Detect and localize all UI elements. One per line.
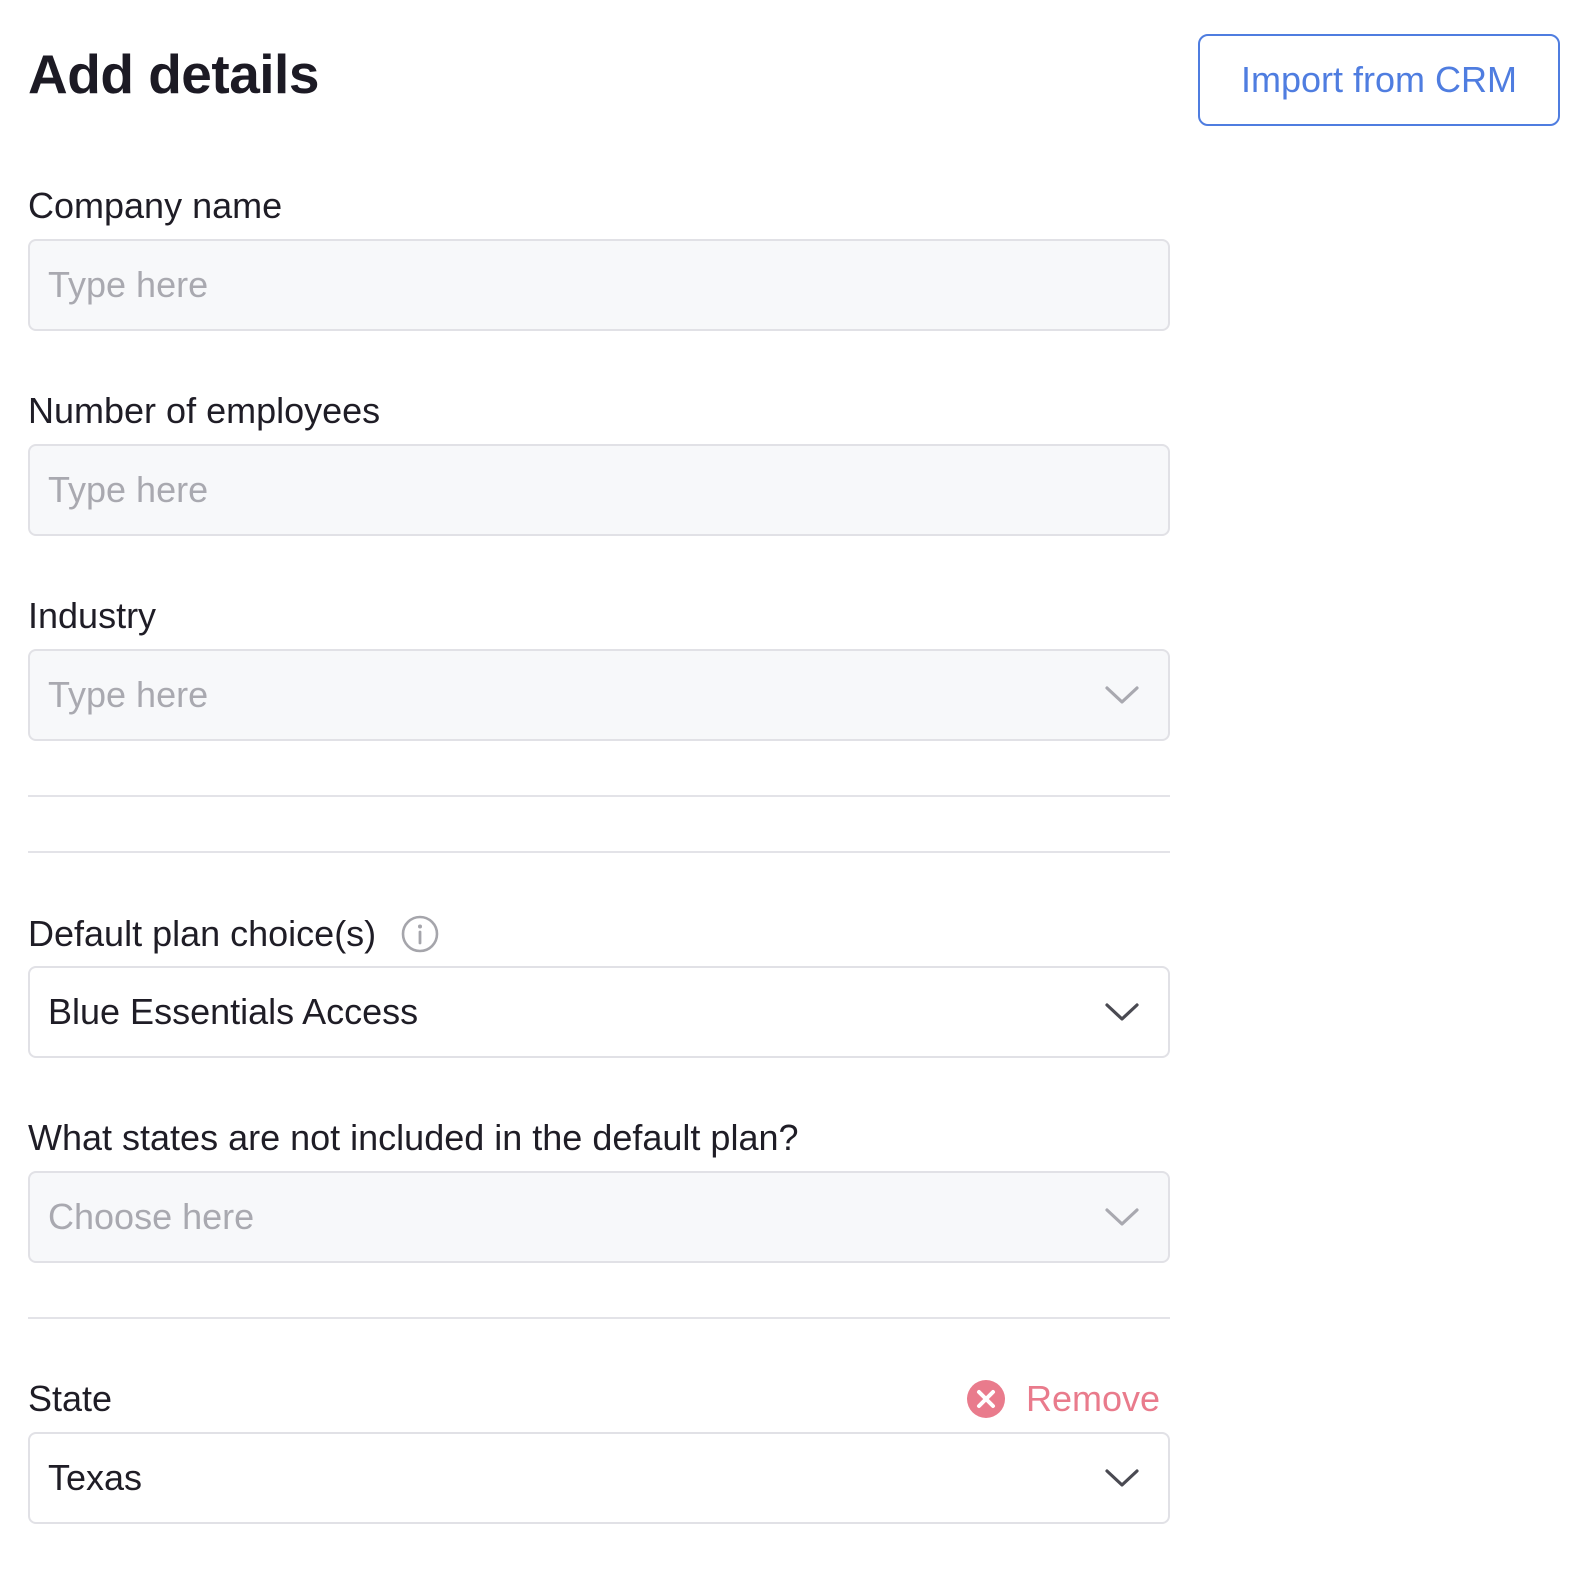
excluded-states-select[interactable]: Choose here — [28, 1171, 1170, 1263]
remove-state-button[interactable]: Remove — [966, 1378, 1160, 1420]
section-divider — [28, 1317, 1170, 1319]
section-divider — [28, 851, 1170, 853]
default-plan-label: Default plan choice(s) — [28, 913, 377, 954]
industry-select[interactable]: Type here — [28, 649, 1170, 741]
default-plan-label-row: Default plan choice(s) — [28, 914, 440, 954]
page-title: Add details — [28, 43, 319, 105]
employees-label: Number of employees — [28, 390, 381, 431]
excluded-states-placeholder: Choose here — [48, 1196, 255, 1237]
state-select[interactable]: Texas — [28, 1432, 1170, 1524]
industry-label: Industry — [28, 595, 157, 636]
state-value: Texas — [48, 1457, 143, 1498]
state-label: State — [28, 1378, 113, 1419]
chevron-down-icon — [1105, 686, 1139, 704]
chevron-down-icon — [1105, 1469, 1139, 1487]
default-plan-value: Blue Essentials Access — [48, 991, 419, 1032]
employees-input[interactable] — [48, 469, 1150, 511]
remove-label: Remove — [1026, 1378, 1161, 1419]
company-name-field-container — [28, 239, 1170, 331]
chevron-down-icon — [1105, 1208, 1139, 1226]
excluded-states-label: What states are not included in the defa… — [28, 1117, 799, 1158]
section-divider — [28, 795, 1170, 797]
close-circle-icon — [967, 1380, 1005, 1418]
info-icon[interactable] — [400, 914, 440, 954]
default-plan-select[interactable]: Blue Essentials Access — [28, 966, 1170, 1058]
company-name-label: Company name — [28, 185, 283, 226]
employees-field-container — [28, 444, 1170, 536]
chevron-down-icon — [1105, 1003, 1139, 1021]
industry-placeholder: Type here — [48, 674, 209, 715]
company-name-input[interactable] — [48, 264, 1150, 306]
import-from-crm-button[interactable]: Import from CRM — [1198, 34, 1560, 126]
